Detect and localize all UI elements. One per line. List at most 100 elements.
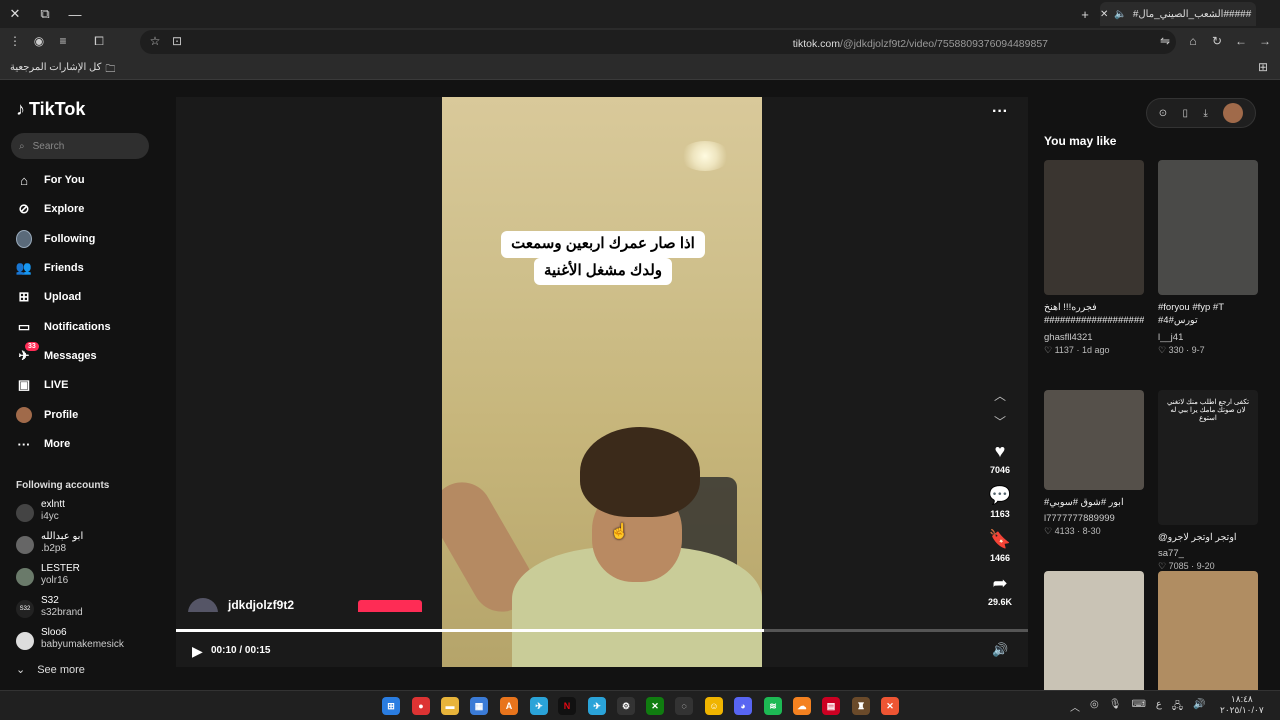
download-icon[interactable]: ⤓ bbox=[1203, 108, 1207, 119]
restore-window-button[interactable]: ⧉ bbox=[30, 0, 60, 28]
recommended-video-card[interactable]: تكفى ارجع اطلب منك لاتغني لان صوتك مامك … bbox=[1158, 390, 1258, 572]
media-controls-icon[interactable]: ≡ bbox=[54, 32, 72, 50]
telegram-alt-icon[interactable]: ✈ bbox=[588, 697, 606, 715]
recommended-video-card[interactable]: #foryou #fyp #T #4#تورس l__j41 ♡ 330 · 9-7 bbox=[1158, 160, 1258, 356]
browser-tab[interactable]: ♪ #####الشعب_الصيني_مال# 🔈 ✕ bbox=[1100, 2, 1256, 26]
nav-explore[interactable]: ⊘ Explore bbox=[16, 198, 146, 220]
home-button-icon[interactable]: ⌂ bbox=[1184, 32, 1202, 50]
close-window-button[interactable]: ✕ bbox=[0, 0, 30, 28]
address-bar[interactable]: tiktok.com/@jdkdjolzf9t2/video/755880937… bbox=[140, 30, 1176, 54]
nav-more[interactable]: ··· More bbox=[16, 433, 146, 455]
nav-messages[interactable]: ✈ 33 Messages bbox=[16, 342, 146, 367]
netflix-icon[interactable]: N bbox=[558, 697, 576, 715]
video-player[interactable]: اذا صار عمرك اربعين وسمعت ولدك مشغل الأغ… bbox=[176, 97, 1028, 667]
telegram-icon[interactable]: ✈ bbox=[530, 697, 548, 715]
recommended-video-card[interactable]: فجرره!!! اهنخ ########################## g… bbox=[1044, 160, 1144, 356]
close-app-icon[interactable]: ✕ bbox=[881, 697, 899, 715]
video-thumbnail[interactable] bbox=[1044, 160, 1144, 295]
cloud-icon[interactable]: ☁ bbox=[793, 697, 811, 715]
start-icon[interactable]: ⊞ bbox=[382, 697, 400, 715]
user-avatar[interactable] bbox=[1223, 103, 1244, 123]
app-yellow-icon[interactable]: ☺ bbox=[705, 697, 723, 715]
microphone-icon[interactable]: 🎙 bbox=[1109, 699, 1122, 716]
recommended-video-card[interactable] bbox=[1158, 571, 1258, 706]
minimize-window-button[interactable]: — bbox=[60, 0, 90, 28]
recommended-video-card[interactable]: #ابور #شوق #سوبي l7777777889999 ♡ 4133 · 8… bbox=[1044, 390, 1144, 537]
share-button[interactable]: ➦ 29.6K bbox=[982, 573, 1018, 607]
device-icon[interactable]: ▯ bbox=[1183, 108, 1189, 119]
profile-icon[interactable]: ◉ bbox=[30, 32, 48, 50]
author-avatar[interactable] bbox=[188, 598, 218, 612]
card-username[interactable]: ghasfll4321 bbox=[1044, 332, 1144, 343]
follow-button[interactable] bbox=[358, 600, 422, 612]
apps-grid-icon[interactable]: ⊞ bbox=[1258, 60, 1268, 74]
like-button[interactable]: ♥ 7046 bbox=[982, 441, 1018, 475]
author-name[interactable]: jdkdjolzf9t2 bbox=[228, 598, 294, 612]
nav-upload[interactable]: ⊞ Upload bbox=[16, 286, 146, 308]
nav-live[interactable]: ▣ LIVE bbox=[16, 374, 146, 396]
taskbar-clock[interactable]: ١٨:٤٨ ٢٠٢٥/١٠/٠٧ bbox=[1220, 694, 1264, 717]
tiktok-logo[interactable]: ♪ TikTok bbox=[16, 99, 85, 120]
nav-profile[interactable]: Profile bbox=[16, 404, 146, 426]
capcut-icon[interactable]: ◌ bbox=[675, 697, 693, 715]
menu-kebab-icon[interactable]: ⋮ bbox=[6, 32, 24, 50]
chevron-up-icon[interactable]: ︿ bbox=[994, 387, 1006, 404]
store-icon[interactable]: ▦ bbox=[470, 697, 488, 715]
comment-button[interactable]: 💬 1163 bbox=[982, 485, 1018, 519]
following-account[interactable]: ابو عبدالله .b2p8 bbox=[16, 531, 156, 561]
tab-mute-icon[interactable]: 🔈 bbox=[1114, 9, 1126, 20]
reload-icon[interactable]: ↻ bbox=[1208, 32, 1226, 50]
file-explorer-icon[interactable]: ▬ bbox=[441, 697, 459, 715]
network-icon[interactable]: 🖧 bbox=[1172, 699, 1183, 716]
card-username[interactable]: l7777777889999 bbox=[1044, 513, 1144, 524]
movie-app-icon[interactable]: ▤ bbox=[822, 697, 840, 715]
following-account[interactable]: exlntt i4yc bbox=[16, 499, 156, 529]
volume-icon[interactable]: 🔊 bbox=[992, 642, 1008, 658]
tab-close-icon[interactable]: ✕ bbox=[1100, 9, 1108, 20]
tray-app-icon[interactable]: ◎ bbox=[1090, 699, 1099, 716]
following-account[interactable]: Sloo6 babyumakemesick bbox=[16, 627, 156, 657]
video-thumbnail[interactable]: تكفى ارجع اطلب منك لاتغني لان صوتك مامك … bbox=[1158, 390, 1258, 525]
all-bookmarks-button[interactable]: 🗀 كل الإشارات المرجعية bbox=[10, 62, 115, 79]
chevron-down-icon[interactable]: ﹀ bbox=[994, 413, 1006, 430]
video-frame[interactable]: اذا صار عمرك اربعين وسمعت ولدك مشغل الأغ… bbox=[442, 97, 762, 667]
chrome-icon[interactable]: ● bbox=[412, 697, 430, 715]
back-icon[interactable]: → bbox=[1256, 32, 1274, 50]
keyboard-icon[interactable]: ⌨ bbox=[1131, 699, 1145, 716]
speaker-icon[interactable]: 🔊 bbox=[1193, 699, 1205, 716]
card-username[interactable]: sa77_ bbox=[1158, 548, 1258, 559]
game-app-icon[interactable]: ♜ bbox=[852, 697, 870, 715]
language-indicator[interactable]: ع bbox=[1156, 699, 1162, 716]
following-account[interactable]: LESTER yolr16 bbox=[16, 563, 156, 593]
site-settings-icon[interactable]: ⇋ bbox=[1156, 32, 1174, 50]
spotify-icon[interactable]: ≋ bbox=[764, 697, 782, 715]
video-thumbnail[interactable] bbox=[1158, 160, 1258, 295]
video-thumbnail[interactable] bbox=[1158, 571, 1258, 706]
video-thumbnail[interactable] bbox=[1044, 571, 1144, 706]
extensions-icon[interactable]: ⧠ bbox=[90, 32, 108, 50]
app-a-icon[interactable]: A bbox=[500, 697, 518, 715]
save-button[interactable]: 🔖 1466 bbox=[982, 529, 1018, 563]
search-input[interactable]: ⌕ Search bbox=[11, 133, 149, 159]
following-account[interactable]: S32 S32 s32brand bbox=[16, 595, 156, 625]
nav-friends[interactable]: 👥 Friends bbox=[16, 257, 146, 279]
discord-icon[interactable]: ◕ bbox=[734, 697, 752, 715]
play-icon[interactable]: ▶ bbox=[192, 643, 203, 660]
forward-icon[interactable]: ← bbox=[1232, 32, 1250, 50]
video-progress-bar[interactable] bbox=[176, 629, 1028, 632]
see-more-button[interactable]: ⌄ See more bbox=[16, 663, 85, 677]
settings-icon[interactable]: ⚙ bbox=[617, 697, 635, 715]
recommended-video-card[interactable] bbox=[1044, 571, 1144, 706]
xbox-icon[interactable]: ✕ bbox=[646, 697, 664, 715]
coins-icon[interactable]: ⊙ bbox=[1159, 108, 1167, 119]
install-app-icon[interactable]: ⊡ bbox=[168, 32, 186, 50]
nav-following[interactable]: Following bbox=[16, 228, 146, 250]
bookmark-star-icon[interactable]: ☆ bbox=[146, 32, 164, 50]
nav-for-you[interactable]: ⌂ For You bbox=[16, 169, 146, 191]
more-options-icon[interactable]: ··· bbox=[992, 103, 1008, 121]
chevron-up-icon[interactable]: ︿ bbox=[1070, 699, 1080, 716]
new-tab-button[interactable]: + bbox=[1070, 0, 1100, 28]
video-thumbnail[interactable] bbox=[1044, 390, 1144, 490]
card-username[interactable]: l__j41 bbox=[1158, 332, 1258, 343]
nav-notifications[interactable]: ▭ Notifications bbox=[16, 316, 146, 338]
